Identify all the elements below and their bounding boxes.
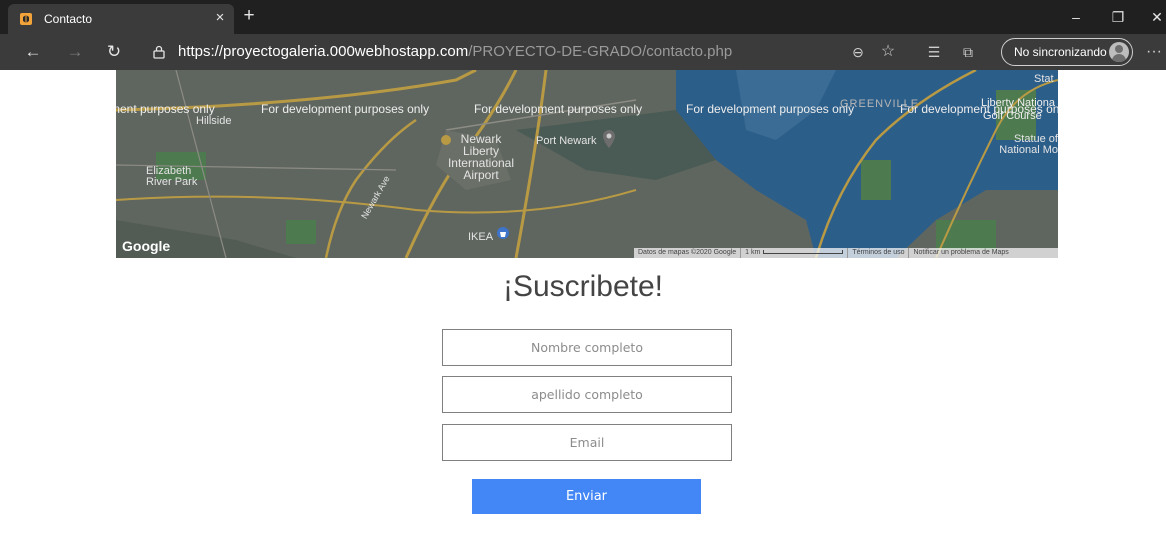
- map-label-elizabeth-river-park: Elizabeth River Park: [146, 165, 198, 188]
- map-report-link[interactable]: Notificar un problema de Maps: [909, 248, 1012, 258]
- zoom-icon[interactable]: ⊖: [848, 42, 868, 62]
- map-label-ikea: IKEA: [468, 231, 494, 243]
- map-attribution: Datos de mapas ©2020 Google: [634, 248, 742, 258]
- page-title: ¡Suscribete!: [502, 270, 664, 303]
- map-scale-bar: [763, 250, 844, 255]
- map-scale[interactable]: 1 km: [741, 248, 849, 258]
- map-label-greenville: GREENVILLE: [840, 98, 920, 110]
- browser-tab-contacto[interactable]: Contacto ×: [8, 4, 234, 34]
- new-tab-icon[interactable]: +: [238, 5, 260, 29]
- map-label-newark-airport: Newark Liberty International Airport: [447, 132, 515, 182]
- restore-window-icon[interactable]: ❐: [1103, 6, 1133, 28]
- map-footer: Datos de mapas ©2020 Google 1 km Términos …: [634, 248, 1058, 258]
- map-terms-link[interactable]: Términos de uso: [848, 248, 910, 258]
- favorites-list-icon[interactable]: ☰: [924, 42, 944, 62]
- url-text: https://proyectogaleria.000webhostapp.co…: [178, 43, 732, 60]
- profile-avatar-icon: [1109, 42, 1129, 62]
- refresh-icon[interactable]: ↻: [103, 41, 125, 63]
- tab-title: Contacto: [44, 12, 93, 26]
- map-pin-icon: [603, 130, 615, 148]
- sync-status-label: No sincronizando: [1014, 45, 1107, 59]
- surname-input[interactable]: [442, 376, 732, 413]
- map-dev-watermark: ment purposes only: [116, 102, 215, 116]
- url-scheme: https://: [178, 43, 224, 60]
- map-label-statue: Statue of National Mo: [999, 133, 1058, 156]
- map-label-port-newark: Port Newark: [536, 135, 597, 147]
- minimize-window-icon[interactable]: –: [1061, 6, 1091, 28]
- map-ikea-pin-icon: [497, 227, 509, 239]
- map-dev-watermark: For development purposes only: [686, 102, 855, 116]
- submit-button[interactable]: Enviar: [472, 479, 701, 514]
- close-window-icon[interactable]: ✕: [1142, 6, 1166, 28]
- full-name-input[interactable]: [442, 329, 732, 366]
- address-bar-input[interactable]: https://proyectogaleria.000webhostapp.co…: [140, 39, 910, 65]
- browser-tab-bar: Contacto × + – ❐ ✕: [0, 0, 1166, 34]
- map-label-golf-course: Golf Course: [983, 110, 1042, 122]
- more-menu-icon[interactable]: ···: [1146, 42, 1162, 62]
- profile-sync-button[interactable]: No sincronizando: [1001, 38, 1133, 66]
- browser-toolbar: ← → ↻ https://proyectogaleria.000webhost…: [0, 34, 1166, 70]
- favorite-star-icon[interactable]: ☆: [878, 42, 898, 62]
- lock-icon: [153, 45, 165, 59]
- map-label-stat: Stat: [1034, 73, 1054, 85]
- email-input[interactable]: [442, 424, 732, 461]
- map-label-liberty-national: Liberty Nationa: [981, 97, 1055, 109]
- collections-icon[interactable]: ⧉: [958, 42, 978, 62]
- map-label-hillside: Hillside: [196, 115, 232, 127]
- map-dev-watermark: For development purposes only: [261, 102, 430, 116]
- map-dev-watermark: For development purposes only: [474, 102, 643, 116]
- url-path: /PROYECTO-DE-GRADO/contacto.php: [468, 43, 733, 60]
- tab-close-icon[interactable]: ×: [212, 9, 228, 27]
- site-favicon-icon: [20, 13, 32, 25]
- url-host: proyectogaleria.000webhostapp.com: [223, 43, 469, 60]
- embedded-map[interactable]: ment purposes only For development purpo…: [116, 70, 1058, 258]
- back-icon[interactable]: ←: [22, 41, 44, 63]
- map-scale-label: 1 km: [745, 249, 761, 256]
- forward-icon[interactable]: →: [64, 41, 86, 63]
- google-logo: Google: [122, 238, 171, 254]
